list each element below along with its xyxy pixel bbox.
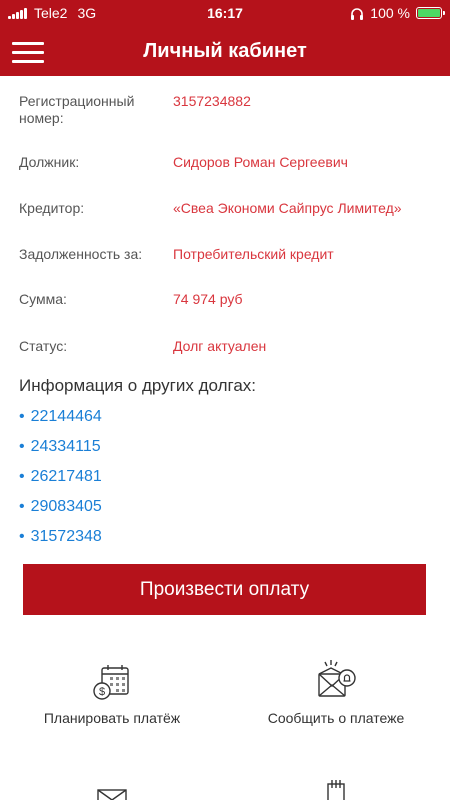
envelope-bell-icon: [318, 660, 356, 697]
battery-icon: [416, 7, 445, 19]
detail-label: Регистрационный номер:: [19, 93, 135, 126]
headphones-icon: [351, 7, 364, 20]
other-debt-link[interactable]: 29083405: [19, 498, 102, 516]
other-debt-link[interactable]: 26217481: [19, 468, 102, 486]
document-icon: [327, 780, 345, 800]
detail-label: Задолженность за:: [19, 246, 143, 262]
status-right: 100 %: [350, 5, 445, 21]
other-debt-link[interactable]: 22144464: [19, 408, 102, 426]
other-debts-title: Информация о других долгах:: [19, 376, 257, 395]
other-debt-link[interactable]: 31572348: [19, 528, 102, 546]
detail-label: Статус:: [19, 338, 68, 354]
detail-label: Сумма:: [19, 291, 67, 307]
status-bar: Tele2 3G 16:17 100 %: [0, 0, 450, 26]
detail-value: «Свеа Экономи Сайпрус Лимитед»: [173, 200, 402, 216]
detail-value: Потребительский кредит: [173, 246, 334, 262]
report-payment-button[interactable]: Сообщить о платеже: [226, 660, 446, 726]
envelope-icon: [97, 789, 127, 800]
schedule-payment-button[interactable]: $ Планировать платёж: [2, 664, 222, 726]
detail-value: Долг актуален: [173, 338, 267, 354]
schedule-payment-label: Планировать платёж: [43, 710, 181, 726]
calendar-dollar-icon: $: [93, 665, 129, 700]
pay-button[interactable]: Произвести оплату: [23, 564, 426, 615]
detail-label: Кредитор:: [19, 200, 85, 216]
svg-text:$: $: [99, 686, 105, 698]
message-button[interactable]: [2, 776, 222, 800]
documents-button[interactable]: [226, 776, 446, 800]
detail-value: 74 974 руб: [173, 291, 243, 307]
other-debt-link[interactable]: 24334115: [19, 438, 101, 456]
battery-percent: 100 %: [370, 5, 410, 21]
app-header: Tele2 3G 16:17 100 % Личный кабинет: [0, 0, 450, 76]
report-payment-label: Сообщить о платеже: [267, 710, 405, 726]
page-title: Личный кабинет: [143, 40, 307, 62]
detail-value: Сидоров Роман Сергеевич: [173, 154, 348, 170]
detail-value: 3157234882: [173, 93, 251, 109]
detail-label: Должник:: [19, 154, 80, 170]
